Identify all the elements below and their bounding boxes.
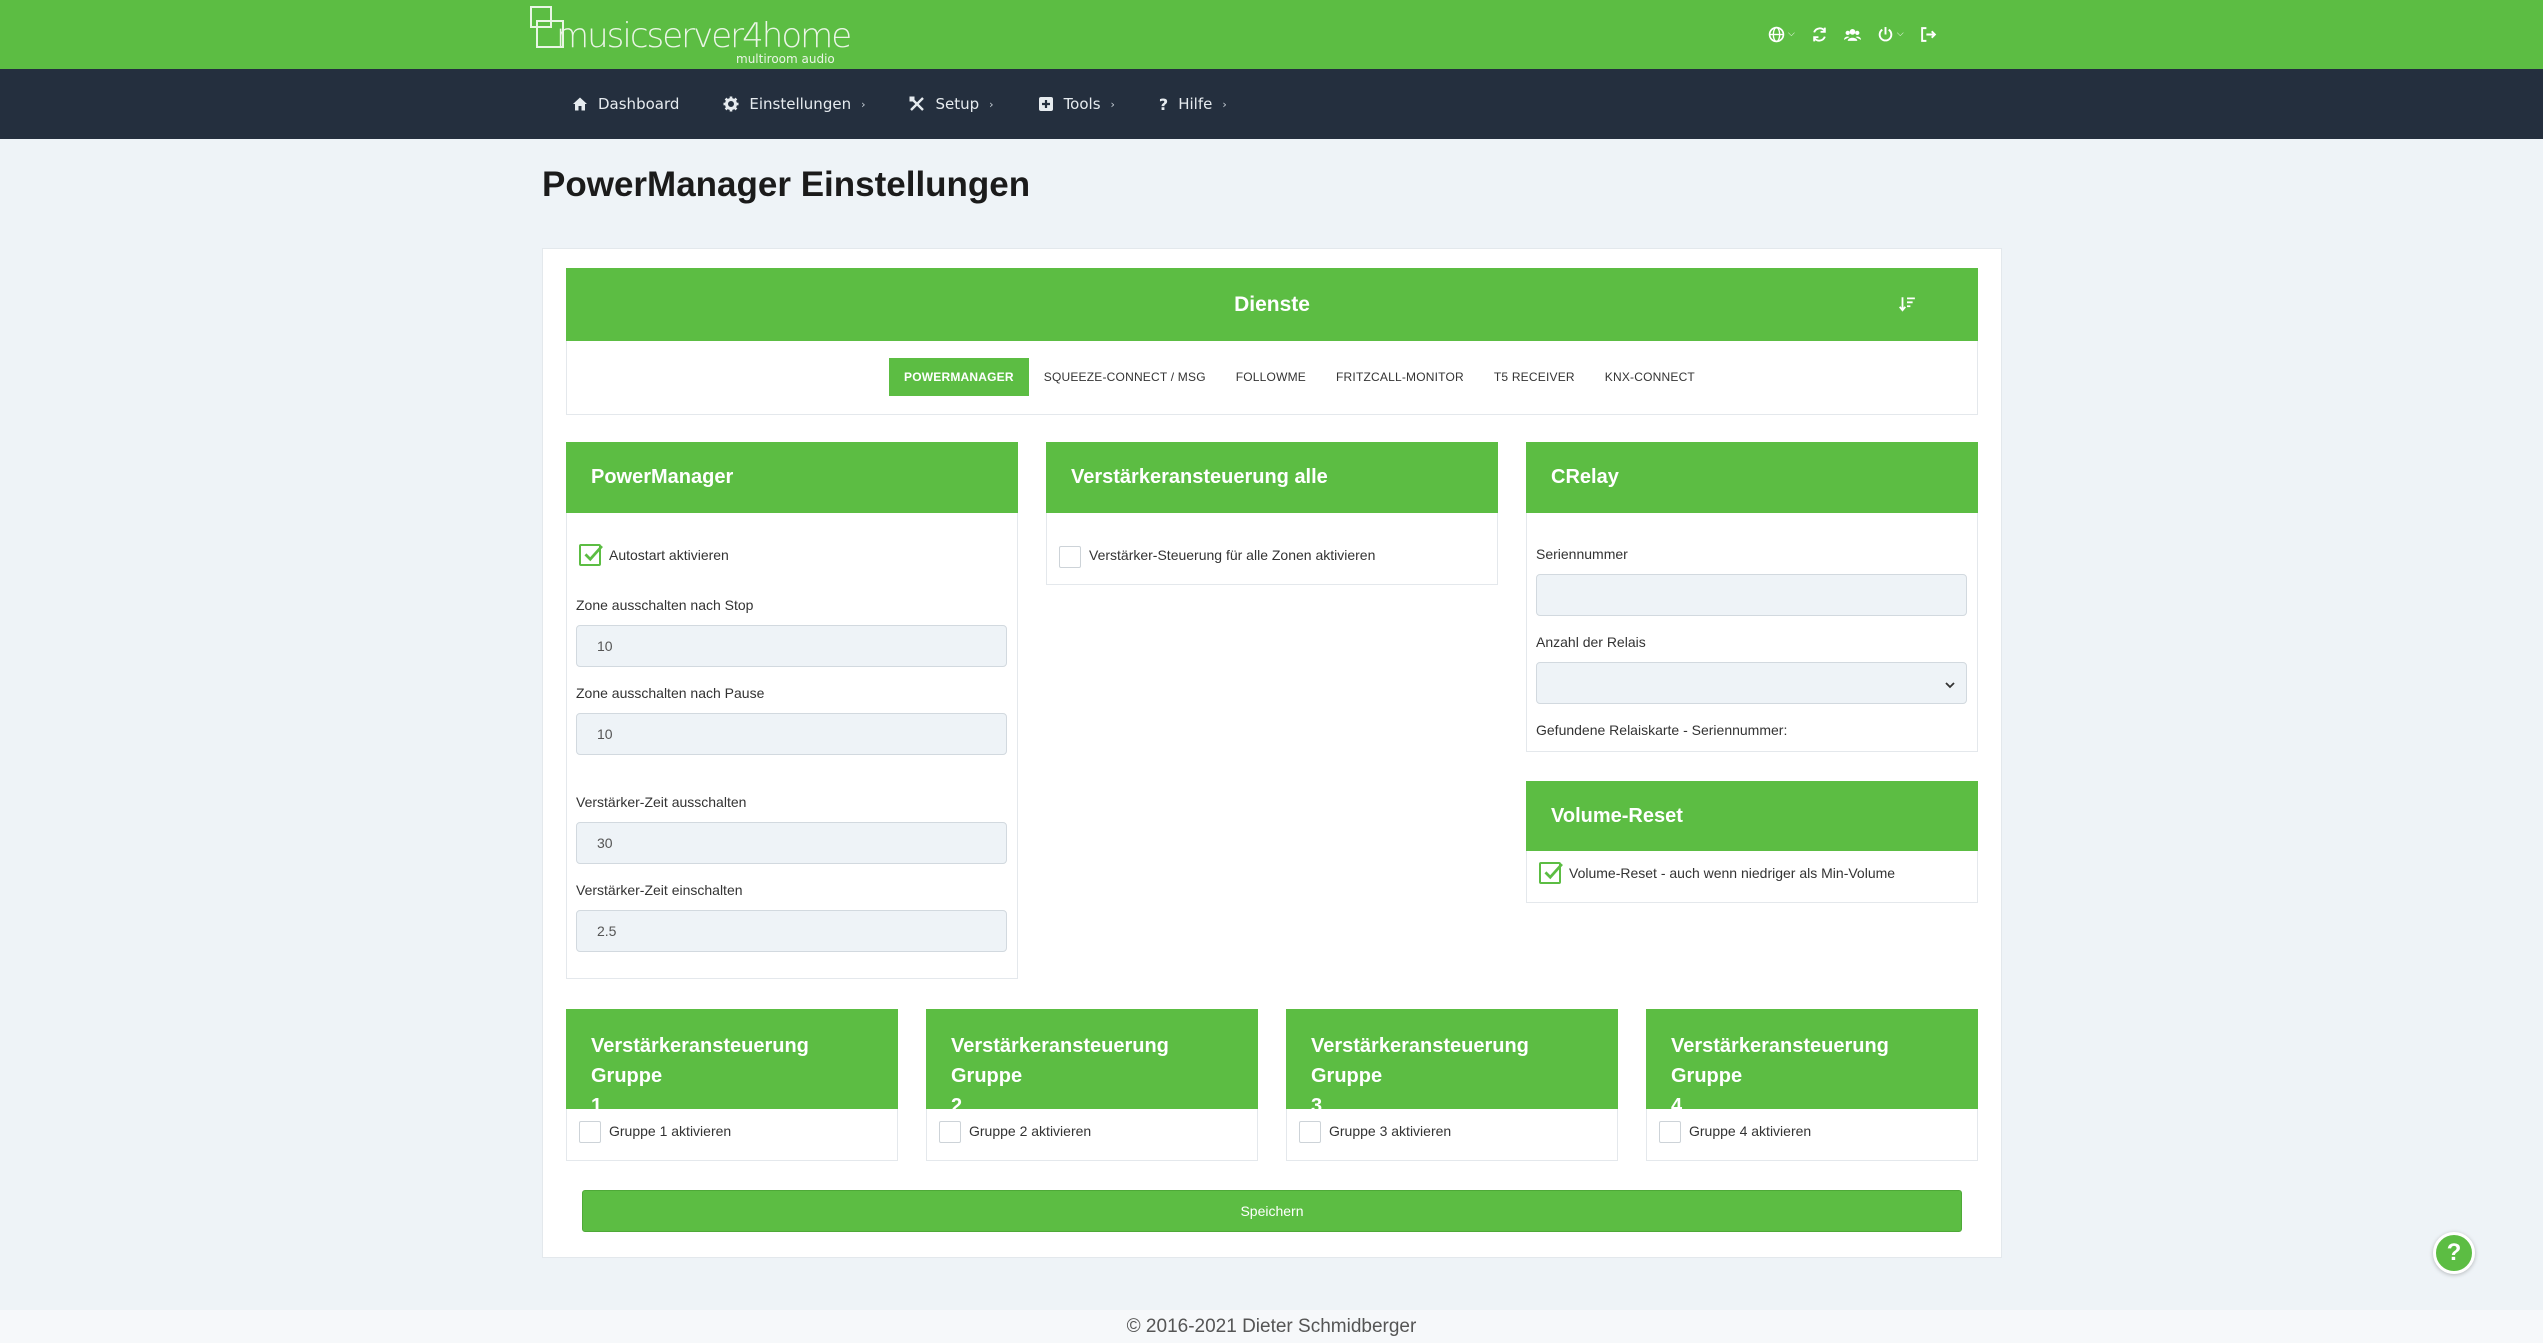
chevron-right-icon: › xyxy=(989,97,994,111)
found-relay-label: Gefundene Relaiskarte - Seriennummer: xyxy=(1536,722,1788,738)
stop-input[interactable]: 10 xyxy=(576,625,1007,667)
logout-icon xyxy=(1920,26,1936,42)
nav-einstellungen-label: Einstellungen xyxy=(749,95,852,113)
group-4-title: Verstärkeransteuerung Gruppe xyxy=(1671,1035,1889,1087)
chevron-down-icon xyxy=(1945,682,1955,689)
group-4-checkbox[interactable] xyxy=(1659,1121,1681,1143)
logo[interactable]: musicserver4home multiroom audio xyxy=(530,6,852,66)
refresh-button[interactable] xyxy=(1811,22,1828,46)
language-menu[interactable]: ⌵ xyxy=(1768,22,1795,46)
serial-input[interactable] xyxy=(1536,574,1967,616)
pause-input[interactable]: 10 xyxy=(576,713,1007,755)
tab-powermanager[interactable]: POWERMANAGER xyxy=(889,358,1029,396)
chevron-right-icon: › xyxy=(1222,97,1227,111)
chevron-right-icon: › xyxy=(861,97,866,111)
chevron-down-icon: ⌵ xyxy=(1788,29,1795,39)
top-bar: musicserver4home multiroom audio ⌵ ⌵ xyxy=(0,0,2543,69)
amp-all-header: Verstärkeransteuerung alle xyxy=(1046,442,1498,513)
volume-reset-checkbox[interactable] xyxy=(1539,862,1563,884)
top-icons: ⌵ ⌵ xyxy=(1768,22,1937,46)
relay-count-select[interactable] xyxy=(1536,662,1967,704)
dienste-tabs: POWERMANAGER SQUEEZE-CONNECT / MSG FOLLO… xyxy=(889,358,1710,396)
tab-followme[interactable]: FOLLOWME xyxy=(1221,358,1321,396)
volume-reset-header: Volume-Reset xyxy=(1526,781,1978,851)
amp-off-input[interactable]: 30 xyxy=(576,822,1007,864)
group-1-label: Gruppe 1 aktivieren xyxy=(609,1123,732,1139)
tools-icon xyxy=(909,96,925,111)
amp-on-label: Verstärker-Zeit einschalten xyxy=(576,882,743,898)
powermanager-header: PowerManager xyxy=(566,442,1018,513)
nav-hilfe-label: Hilfe xyxy=(1178,95,1213,113)
nav-tools[interactable]: Tools › xyxy=(1038,95,1115,113)
users-icon xyxy=(1843,28,1861,41)
dienste-header: Dienste xyxy=(566,268,1978,341)
group-4-header: Verstärkeransteuerung Gruppe 4 xyxy=(1646,1009,1978,1117)
logout-button[interactable] xyxy=(1920,22,1937,46)
tab-squeeze-connect[interactable]: SQUEEZE-CONNECT / MSG xyxy=(1029,358,1221,396)
group-2-checkbox[interactable] xyxy=(939,1121,961,1143)
question-icon: ? xyxy=(1158,94,1169,114)
group-3-label: Gruppe 3 aktivieren xyxy=(1329,1123,1452,1139)
chevron-right-icon: › xyxy=(1110,97,1115,111)
home-icon xyxy=(573,97,587,111)
tab-knx-connect[interactable]: KNX-CONNECT xyxy=(1590,358,1710,396)
group-1-title: Verstärkeransteuerung Gruppe xyxy=(591,1035,809,1087)
powermanager-title: PowerManager xyxy=(591,466,734,488)
relay-count-label: Anzahl der Relais xyxy=(1536,634,1646,650)
volume-reset-label: Volume-Reset - auch wenn niedriger als M… xyxy=(1569,865,1896,881)
footer-copyright: © 2016-2021 Dieter Schmidberger xyxy=(0,1310,2543,1343)
gear-icon xyxy=(723,96,739,112)
amp-all-title: Verstärkeransteuerung alle xyxy=(1071,466,1328,488)
autostart-checkbox[interactable] xyxy=(579,544,603,566)
nav-setup-label: Setup xyxy=(935,95,980,113)
group-4-label: Gruppe 4 aktivieren xyxy=(1689,1123,1812,1139)
nav-einstellungen[interactable]: Einstellungen › xyxy=(723,95,865,113)
nav-dashboard-label: Dashboard xyxy=(598,95,680,113)
sort-icon[interactable] xyxy=(1898,295,1916,313)
dienste-title: Dienste xyxy=(1234,292,1310,316)
plus-square-icon xyxy=(1038,97,1053,111)
users-button[interactable] xyxy=(1843,22,1861,46)
group-1-header: Verstärkeransteuerung Gruppe 1 xyxy=(566,1009,898,1117)
nav-hilfe[interactable]: ? Hilfe › xyxy=(1159,95,1227,114)
amp-off-label: Verstärker-Zeit ausschalten xyxy=(576,794,747,810)
help-button[interactable]: ? xyxy=(2433,1232,2475,1274)
tab-t5-receiver[interactable]: T5 RECEIVER xyxy=(1479,358,1590,396)
globe-icon xyxy=(1768,26,1785,42)
group-3-title: Verstärkeransteuerung Gruppe xyxy=(1311,1035,1529,1087)
amp-on-input[interactable]: 2.5 xyxy=(576,910,1007,952)
refresh-icon xyxy=(1813,26,1826,42)
crelay-header: CRelay xyxy=(1526,442,1978,513)
check-icon xyxy=(1544,863,1563,880)
check-icon xyxy=(584,545,603,562)
page-title: PowerManager Einstellungen xyxy=(542,165,1031,204)
chevron-down-icon: ⌵ xyxy=(1896,29,1904,39)
tab-fritzcall-monitor[interactable]: FRITZCALL-MONITOR xyxy=(1321,358,1479,396)
logo-tagline: multiroom audio xyxy=(736,52,835,66)
logo-text: musicserver4home xyxy=(556,16,852,56)
group-3-checkbox[interactable] xyxy=(1299,1121,1321,1143)
amp-all-checkbox[interactable] xyxy=(1059,546,1081,568)
serial-label: Seriennummer xyxy=(1536,546,1628,562)
nav-tools-label: Tools xyxy=(1063,95,1101,113)
stop-label: Zone ausschalten nach Stop xyxy=(576,597,754,613)
save-button[interactable]: Speichern xyxy=(582,1190,1962,1232)
amp-all-label: Verstärker-Steuerung für alle Zonen akti… xyxy=(1089,547,1376,563)
nav-bar: Dashboard Einstellungen › Setup › Tools … xyxy=(0,69,2543,139)
group-1-checkbox[interactable] xyxy=(579,1121,601,1143)
group-3-header: Verstärkeransteuerung Gruppe 3 xyxy=(1286,1009,1618,1117)
pause-label: Zone ausschalten nach Pause xyxy=(576,685,765,701)
autostart-label: Autostart aktivieren xyxy=(609,547,729,563)
nav-dashboard[interactable]: Dashboard xyxy=(572,95,679,113)
group-2-title: Verstärkeransteuerung Gruppe xyxy=(951,1035,1169,1087)
group-2-header: Verstärkeransteuerung Gruppe 2 xyxy=(926,1009,1258,1117)
power-menu[interactable]: ⌵ xyxy=(1877,22,1904,46)
crelay-title: CRelay xyxy=(1551,466,1619,488)
volume-reset-title: Volume-Reset xyxy=(1551,804,1683,827)
nav-setup[interactable]: Setup › xyxy=(909,95,994,113)
group-2-label: Gruppe 2 aktivieren xyxy=(969,1123,1092,1139)
power-icon xyxy=(1878,26,1893,41)
